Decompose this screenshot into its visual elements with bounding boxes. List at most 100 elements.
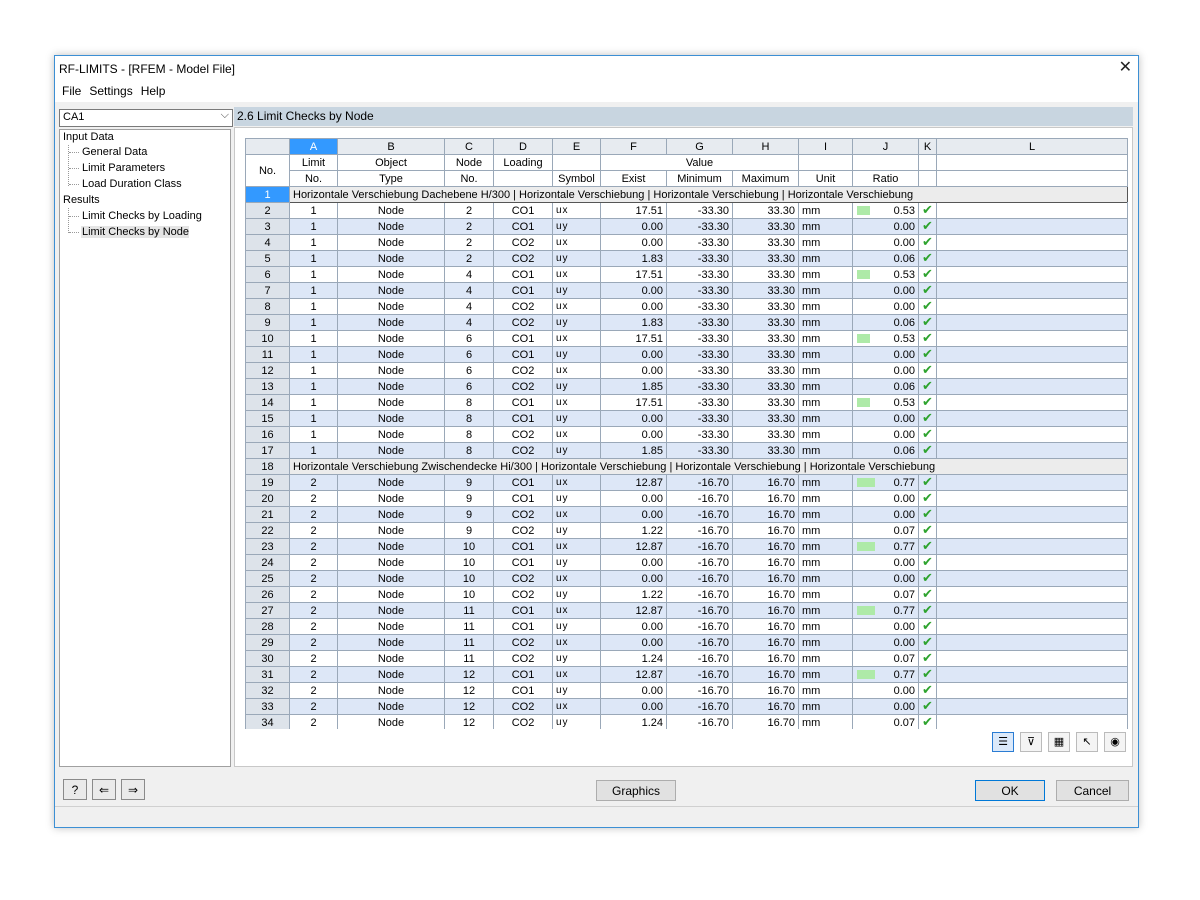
cell-node-no[interactable]: 12: [444, 714, 494, 729]
close-icon[interactable]: ✕: [1119, 59, 1132, 77]
cell-check[interactable]: ✔: [918, 682, 937, 699]
cell-ratio[interactable]: 0.00: [852, 298, 919, 315]
cell-limit-no[interactable]: 1: [289, 314, 338, 331]
cell-l[interactable]: [936, 394, 1128, 411]
menu-help[interactable]: Help: [137, 82, 170, 98]
cell-exist[interactable]: 0.00: [600, 570, 667, 587]
cell-loading[interactable]: CO2: [493, 298, 553, 315]
cell-limit-no[interactable]: 1: [289, 426, 338, 443]
table-row[interactable]: 14 1 Node 8 CO1 ux 17.51 -33.30 33.30 mm 0.53 ✔: [245, 394, 1128, 411]
row-number[interactable]: 21: [245, 506, 290, 523]
cell-node-no[interactable]: 4: [444, 266, 494, 283]
cell-exist[interactable]: 0.00: [600, 634, 667, 651]
cell-unit[interactable]: mm: [798, 570, 853, 587]
cell-maximum[interactable]: 16.70: [732, 538, 799, 555]
row-number[interactable]: 32: [245, 682, 290, 699]
cell-unit[interactable]: mm: [798, 298, 853, 315]
cell-check[interactable]: ✔: [918, 634, 937, 651]
cell-exist[interactable]: 1.24: [600, 714, 667, 729]
cell-minimum[interactable]: -16.70: [666, 602, 733, 619]
cell-symbol[interactable]: uy: [552, 618, 601, 635]
cell-minimum[interactable]: -16.70: [666, 490, 733, 507]
cell-object-type[interactable]: Node: [337, 410, 445, 427]
row-number[interactable]: 14: [245, 394, 290, 411]
cell-limit-no[interactable]: 2: [289, 586, 338, 603]
cell-exist[interactable]: 0.00: [600, 618, 667, 635]
cell-minimum[interactable]: -33.30: [666, 234, 733, 251]
cell-node-no[interactable]: 12: [444, 698, 494, 715]
cell-ratio[interactable]: 0.53: [852, 330, 919, 347]
cell-loading[interactable]: CO2: [493, 506, 553, 523]
cell-limit-no[interactable]: 1: [289, 410, 338, 427]
cell-l[interactable]: [936, 202, 1128, 219]
column-letter[interactable]: E: [552, 138, 601, 155]
column-letter[interactable]: F: [600, 138, 667, 155]
row-number[interactable]: 7: [245, 282, 290, 299]
cell-node-no[interactable]: 8: [444, 410, 494, 427]
tree-item-limit-checks-node[interactable]: Limit Checks by Node: [81, 226, 189, 238]
cell-l[interactable]: [936, 426, 1128, 443]
cell-l[interactable]: [936, 714, 1128, 729]
tree-item-general-data[interactable]: General Data: [81, 146, 147, 158]
cell-node-no[interactable]: 8: [444, 426, 494, 443]
cell-unit[interactable]: mm: [798, 218, 853, 235]
menu-file[interactable]: File: [58, 82, 85, 98]
cell-loading[interactable]: CO1: [493, 682, 553, 699]
cell-exist[interactable]: 17.51: [600, 266, 667, 283]
cell-symbol[interactable]: uy: [552, 490, 601, 507]
cell-l[interactable]: [936, 634, 1128, 651]
cell-loading[interactable]: CO2: [493, 314, 553, 331]
cell-symbol[interactable]: ux: [552, 234, 601, 251]
cell-node-no[interactable]: 9: [444, 474, 494, 491]
cell-maximum[interactable]: 16.70: [732, 666, 799, 683]
cell-l[interactable]: [936, 314, 1128, 331]
cell-object-type[interactable]: Node: [337, 378, 445, 395]
cell-object-type[interactable]: Node: [337, 266, 445, 283]
table-row[interactable]: 5 1 Node 2 CO2 uy 1.83 -33.30 33.30 mm 0.06 ✔: [245, 250, 1128, 267]
cell-minimum[interactable]: -16.70: [666, 522, 733, 539]
cell-loading[interactable]: CO1: [493, 618, 553, 635]
row-number[interactable]: 6: [245, 266, 290, 283]
cell-ratio[interactable]: 0.00: [852, 698, 919, 715]
column-letter[interactable]: J: [852, 138, 919, 155]
cell-ratio[interactable]: 0.00: [852, 218, 919, 235]
cell-check[interactable]: ✔: [918, 314, 937, 331]
cell-limit-no[interactable]: 2: [289, 490, 338, 507]
cell-object-type[interactable]: Node: [337, 474, 445, 491]
cell-exist[interactable]: 12.87: [600, 538, 667, 555]
tree-item-load-duration-class[interactable]: Load Duration Class: [81, 178, 182, 190]
cell-node-no[interactable]: 9: [444, 506, 494, 523]
row-number[interactable]: 25: [245, 570, 290, 587]
cell-loading[interactable]: CO2: [493, 714, 553, 729]
cell-object-type[interactable]: Node: [337, 682, 445, 699]
cell-check[interactable]: ✔: [918, 666, 937, 683]
cell-node-no[interactable]: 9: [444, 490, 494, 507]
cell-unit[interactable]: mm: [798, 490, 853, 507]
table-row[interactable]: 16 1 Node 8 CO2 ux 0.00 -33.30 33.30 mm 0.00 ✔: [245, 426, 1128, 443]
cell-limit-no[interactable]: 2: [289, 506, 338, 523]
column-letter[interactable]: A: [289, 138, 338, 155]
cell-loading[interactable]: CO1: [493, 346, 553, 363]
cell-loading[interactable]: CO2: [493, 570, 553, 587]
cell-node-no[interactable]: 2: [444, 250, 494, 267]
table-row[interactable]: 9 1 Node 4 CO2 uy 1.83 -33.30 33.30 mm 0.06 ✔: [245, 314, 1128, 331]
cell-symbol[interactable]: uy: [552, 250, 601, 267]
cell-object-type[interactable]: Node: [337, 426, 445, 443]
row-number[interactable]: 4: [245, 234, 290, 251]
cancel-button[interactable]: Cancel: [1056, 780, 1129, 801]
cell-l[interactable]: [936, 282, 1128, 299]
table-row[interactable]: 34 2 Node 12 CO2 uy 1.24 -16.70 16.70 mm 0.07 ✔: [245, 714, 1128, 729]
cell-unit[interactable]: mm: [798, 410, 853, 427]
cell-unit[interactable]: mm: [798, 538, 853, 555]
cell-object-type[interactable]: Node: [337, 698, 445, 715]
cell-unit[interactable]: mm: [798, 314, 853, 331]
cell-unit[interactable]: mm: [798, 650, 853, 667]
cell-maximum[interactable]: 16.70: [732, 506, 799, 523]
cell-maximum[interactable]: 33.30: [732, 250, 799, 267]
cell-exist[interactable]: 0.00: [600, 218, 667, 235]
cell-check[interactable]: ✔: [918, 202, 937, 219]
cell-limit-no[interactable]: 1: [289, 378, 338, 395]
cell-symbol[interactable]: uy: [552, 410, 601, 427]
cell-exist[interactable]: 1.83: [600, 314, 667, 331]
table-row[interactable]: 8 1 Node 4 CO2 ux 0.00 -33.30 33.30 mm 0.00 ✔: [245, 298, 1128, 315]
